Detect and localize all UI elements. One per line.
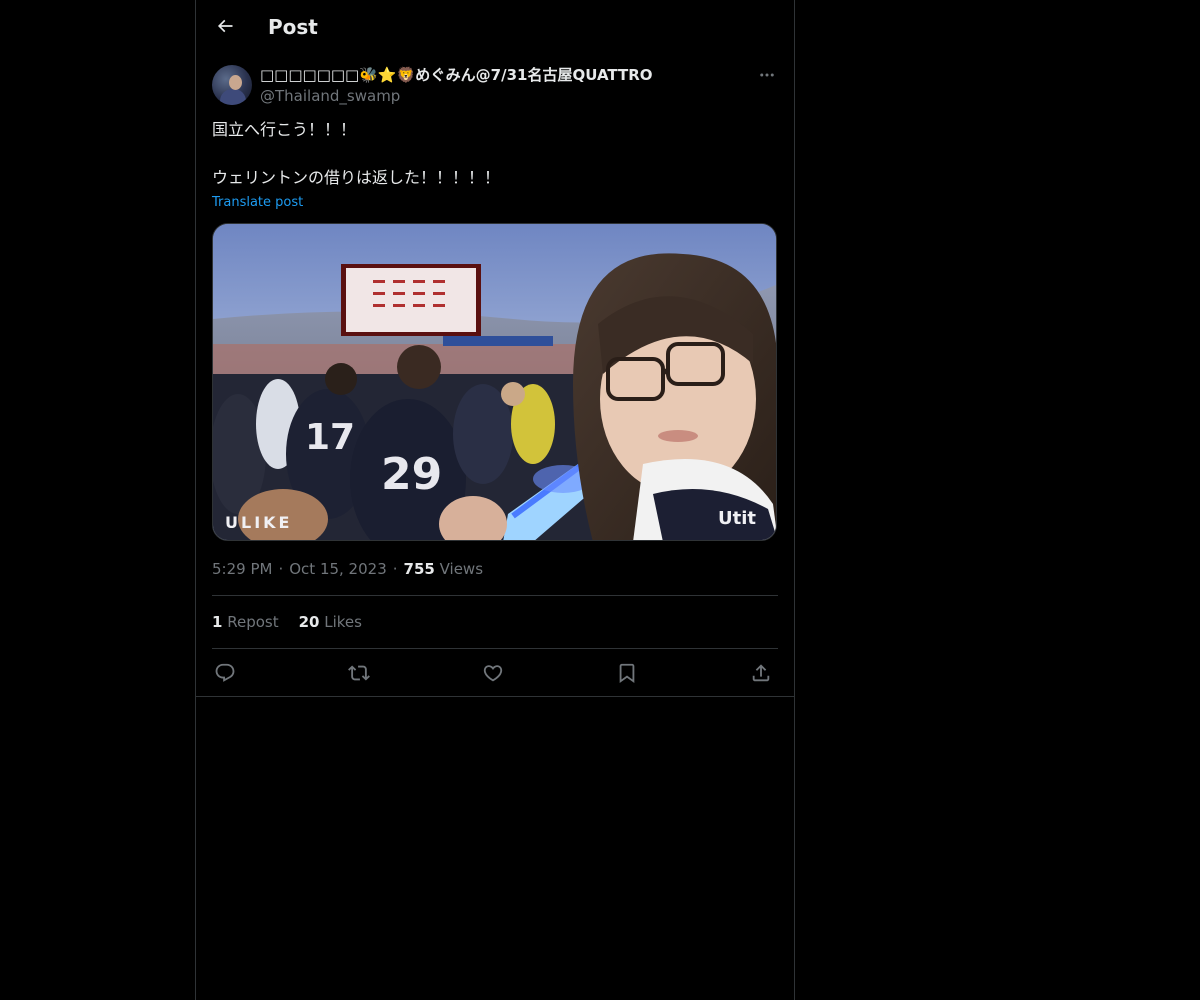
avatar[interactable] bbox=[212, 65, 252, 105]
post-meta: 5:29 PM · Oct 15, 2023 · 755 Views bbox=[212, 560, 484, 578]
bookmark-button[interactable] bbox=[614, 660, 640, 686]
repost-icon bbox=[348, 665, 370, 681]
post-header: Post bbox=[196, 0, 794, 53]
heart-icon bbox=[483, 665, 503, 682]
post-date[interactable]: Oct 15, 2023 bbox=[289, 560, 387, 578]
divider bbox=[212, 648, 778, 649]
post-text: 国立へ行こう！！！ ウェリントンの借りは返した！！！！！ bbox=[212, 118, 778, 190]
arrow-left-icon bbox=[217, 19, 233, 33]
stadium-selfie-image: 17 29 ULIKE Utit bbox=[213, 224, 776, 540]
page-title: Post bbox=[268, 15, 318, 39]
svg-text:ULIKE: ULIKE bbox=[225, 513, 292, 532]
post-text-line: 国立へ行こう！！！ bbox=[212, 120, 357, 139]
like-button[interactable] bbox=[480, 660, 506, 686]
divider bbox=[196, 696, 794, 697]
reply-icon bbox=[215, 663, 235, 682]
more-horizontal-icon bbox=[760, 73, 774, 77]
more-options-button[interactable] bbox=[756, 64, 778, 86]
share-button[interactable] bbox=[748, 660, 774, 686]
main-column: Post □□□□□□□🐝⭐🦁めぐみん@7/31名古屋QUATTRO @Thai… bbox=[195, 0, 795, 1000]
share-icon bbox=[752, 664, 770, 682]
reposts-stat[interactable]: 1 Repost bbox=[212, 613, 279, 631]
author-handle[interactable]: @Thailand_swamp bbox=[260, 85, 400, 107]
post-author: □□□□□□□🐝⭐🦁めぐみん@7/31名古屋QUATTRO @Thailand_… bbox=[212, 64, 778, 108]
post-actions bbox=[212, 658, 778, 688]
svg-text:Utit: Utit bbox=[718, 508, 756, 529]
repost-button[interactable] bbox=[346, 660, 372, 686]
post-stats: 1 Repost 20 Likes bbox=[212, 611, 382, 633]
views-label: Views bbox=[439, 560, 484, 578]
views-count: 755 bbox=[403, 560, 435, 578]
author-display-name[interactable]: □□□□□□□🐝⭐🦁めぐみん@7/31名古屋QUATTRO bbox=[260, 64, 653, 86]
svg-text:29: 29 bbox=[381, 449, 442, 500]
translate-post-link[interactable]: Translate post bbox=[212, 193, 303, 213]
svg-text:17: 17 bbox=[305, 417, 355, 458]
post-time[interactable]: 5:29 PM bbox=[212, 560, 272, 578]
bookmark-icon bbox=[619, 663, 635, 684]
likes-stat[interactable]: 20 Likes bbox=[299, 613, 362, 631]
divider bbox=[212, 595, 778, 596]
post-text-line: ウェリントンの借りは返した！！！！！ bbox=[212, 168, 501, 187]
reply-button[interactable] bbox=[212, 660, 238, 686]
post-photo[interactable]: 17 29 ULIKE Utit bbox=[212, 223, 777, 541]
back-button[interactable] bbox=[208, 9, 242, 43]
